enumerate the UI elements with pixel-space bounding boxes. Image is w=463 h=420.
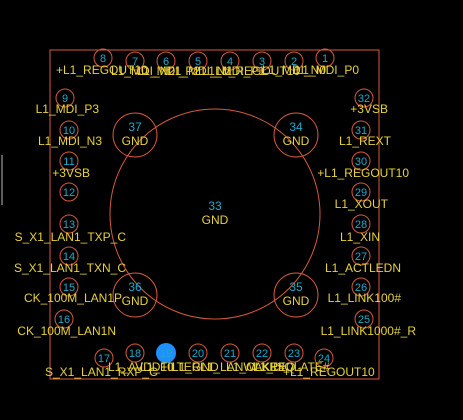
pcb-footprint-view: GNDGNDGNDGNDGNDL1_MDI_P0L1_MDI_N0L1_REGO… [1,48,417,380]
pad-net-label: GND [122,134,149,148]
pin-net-label: S_X1_LAN1_TXN_C [14,261,126,275]
pin-number: 28 [355,219,367,231]
pin-number: 23 [288,348,300,360]
pad-number: 36 [128,280,142,294]
pad-net-label: GND [283,294,310,308]
pin-net-label: L1_XIN [340,230,380,244]
pin-net-label: L1_LINK1000#_R [321,324,417,338]
pad-number: 37 [128,120,142,134]
pin-number: 27 [355,251,367,263]
pin-net-label: CK_100M_LAN1N [17,324,116,338]
pin-number: 29 [355,187,367,199]
pin-number: 17 [98,353,110,365]
pin-number: 6 [163,56,169,68]
pin-number: 5 [195,56,201,68]
pin-net-label: S_X1_LAN1_TXP_C [15,230,127,244]
pin-number: 12 [63,187,75,199]
pin-number: 14 [63,251,75,263]
pin-number: 22 [256,348,268,360]
pin-number: 7 [132,56,138,68]
pin-number: 13 [63,219,75,231]
pin-number: 19 [160,348,172,360]
pin-net-label: +L1_REGOUT10 [283,365,375,379]
pin-number: 4 [227,56,233,68]
pin-net-label: +3VSB [52,166,90,180]
pin-number: 24 [318,353,330,365]
pad-net-label: GND [122,294,149,308]
pad-net-label: GND [202,213,229,227]
pin-number: 18 [129,348,141,360]
pin-numbers-layer: 33343536371234567891011121314151617 18 19 2… [58,53,370,365]
pin-number: 2 [291,56,297,68]
pin-number: 26 [355,282,367,294]
pin-number: 21 [224,348,236,360]
pad-number: 35 [289,280,303,294]
pad-number: 33 [208,199,222,213]
pin-number: 3 [259,56,265,68]
pin-number: 9 [62,93,68,105]
pin-number: 10 [63,125,75,137]
pin-number: 8 [100,53,106,65]
pin-number: 31 [355,125,367,137]
pin-number: 11 [63,156,74,168]
pin-number: 1 [322,53,328,65]
pin-number: 15 [63,282,75,294]
pin-net-label: L1_XOUT [335,197,389,211]
pad-net-label: GND [283,134,310,148]
pad-number: 34 [289,120,303,134]
pin-number: 16 [58,314,70,326]
pin-net-label: L1_ACTLEDN [325,261,401,275]
pin-number: 25 [358,314,370,326]
pin-number: 32 [358,93,370,105]
pin-number: 20 [192,348,204,360]
pin-number: 30 [355,156,367,168]
pin-net-label: +L1_REGOUT10 [317,166,409,180]
